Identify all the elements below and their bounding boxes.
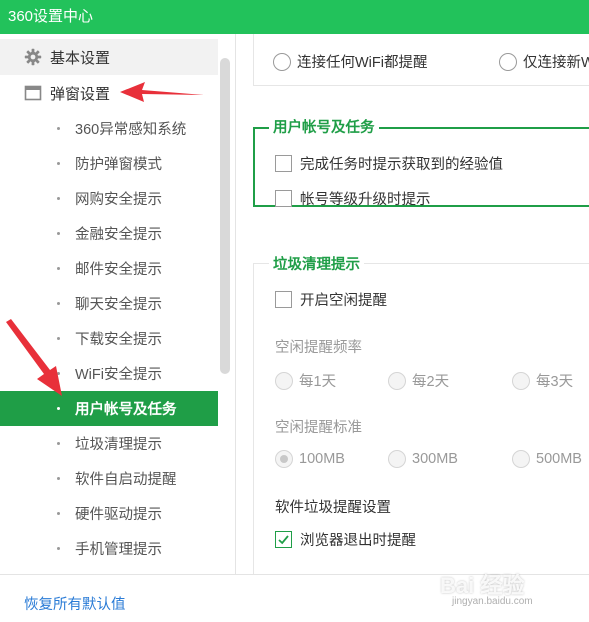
software-cleanup-label: 软件垃圾提醒设置: [275, 500, 391, 516]
account-option-exp[interactable]: 完成任务时提示获取到的经验值: [275, 153, 503, 174]
idle-frequency-label: 空闲提醒频率: [275, 340, 362, 356]
sidebar-item-phone[interactable]: 手机管理提示: [0, 531, 218, 566]
browser-exit-option[interactable]: 浏览器退出时提醒: [275, 529, 416, 550]
sidebar-item-autostart[interactable]: 软件自启动提醒: [0, 461, 218, 496]
cleanup-group-title: 垃圾清理提示: [269, 253, 364, 274]
std-option-100mb[interactable]: 100MB: [275, 450, 345, 468]
radio-button[interactable]: [512, 371, 530, 390]
sidebar-group-popup-label: 弹窗设置: [50, 85, 111, 103]
bullet-icon: [57, 197, 60, 200]
sidebar: 基本设置 弹窗设置 360异常感知系统 防护弹窗模式 网购安全提示 金融安全提示…: [0, 34, 236, 574]
sidebar-group-popup[interactable]: 弹窗设置: [0, 75, 218, 111]
account-group-title: 用户帐号及任务: [269, 116, 379, 137]
sidebar-scrollbar[interactable]: [220, 58, 230, 574]
bullet-icon: [57, 127, 60, 130]
window-icon: [24, 84, 42, 102]
scrollbar-thumb[interactable]: [220, 58, 230, 374]
freq-option-3[interactable]: 每3天: [512, 370, 573, 391]
bullet-icon: [57, 337, 60, 340]
sidebar-item-mail[interactable]: 邮件安全提示: [0, 251, 218, 286]
idle-standard-label: 空闲提醒标准: [275, 420, 362, 436]
wifi-option-any[interactable]: 连接任何WiFi都提醒: [273, 51, 428, 72]
gear-icon: [24, 48, 42, 66]
sidebar-item-finance[interactable]: 金融安全提示: [0, 216, 218, 251]
sidebar-group-basic[interactable]: 基本设置: [0, 39, 218, 75]
bullet-icon: [57, 372, 60, 375]
checkbox[interactable]: [275, 190, 292, 207]
radio-button[interactable]: [273, 52, 291, 71]
radio-button[interactable]: [275, 371, 293, 390]
radio-button[interactable]: [499, 52, 517, 71]
sidebar-item-wifi[interactable]: WiFi安全提示: [0, 356, 218, 391]
radio-button[interactable]: [512, 450, 530, 468]
bullet-icon: [57, 477, 60, 480]
sidebar-item-hardware[interactable]: 硬件驱动提示: [0, 496, 218, 531]
freq-option-1[interactable]: 每1天: [275, 370, 336, 391]
bullet-icon: [57, 407, 60, 410]
std-option-300mb[interactable]: 300MB: [388, 450, 458, 468]
radio-button[interactable]: [388, 450, 406, 468]
checkbox[interactable]: [275, 291, 292, 308]
sidebar-item-anomaly[interactable]: 360异常感知系统: [0, 111, 218, 146]
sidebar-item-cleanup[interactable]: 垃圾清理提示: [0, 426, 218, 461]
checkbox[interactable]: [275, 155, 292, 172]
radio-button-selected[interactable]: [275, 450, 293, 468]
bullet-icon: [57, 162, 60, 165]
cleanup-idle-toggle[interactable]: 开启空闲提醒: [275, 289, 387, 310]
bullet-icon: [57, 442, 60, 445]
radio-button[interactable]: [388, 371, 406, 390]
baidu-watermark-url: jingyan.baidu.com: [452, 596, 533, 607]
title-bar: 360设置中心: [0, 0, 589, 34]
sidebar-item-account[interactable]: 用户帐号及任务: [0, 391, 218, 426]
sidebar-item-download[interactable]: 下载安全提示: [0, 321, 218, 356]
wifi-option-new[interactable]: 仅连接新Wi: [499, 51, 589, 72]
bullet-icon: [57, 302, 60, 305]
bullet-icon: [57, 547, 60, 550]
settings-panel: 连接任何WiFi都提醒 仅连接新Wi 用户帐号及任务 完成任务时提示获取到的经验…: [237, 34, 589, 574]
freq-option-2[interactable]: 每2天: [388, 370, 449, 391]
window-title: 360设置中心: [8, 8, 94, 25]
sidebar-item-chat[interactable]: 聊天安全提示: [0, 286, 218, 321]
sidebar-group-basic-label: 基本设置: [50, 49, 111, 67]
account-option-level[interactable]: 帐号等级升级时提示: [275, 188, 431, 209]
bullet-icon: [57, 512, 60, 515]
checkmark-icon: [278, 535, 289, 545]
std-option-500mb[interactable]: 500MB: [512, 450, 582, 468]
restore-defaults-link[interactable]: 恢复所有默认值: [24, 593, 126, 614]
checkbox-checked[interactable]: [275, 531, 292, 548]
sidebar-item-shopping[interactable]: 网购安全提示: [0, 181, 218, 216]
bullet-icon: [57, 267, 60, 270]
bullet-icon: [57, 232, 60, 235]
sidebar-item-popup-mode[interactable]: 防护弹窗模式: [0, 146, 218, 181]
